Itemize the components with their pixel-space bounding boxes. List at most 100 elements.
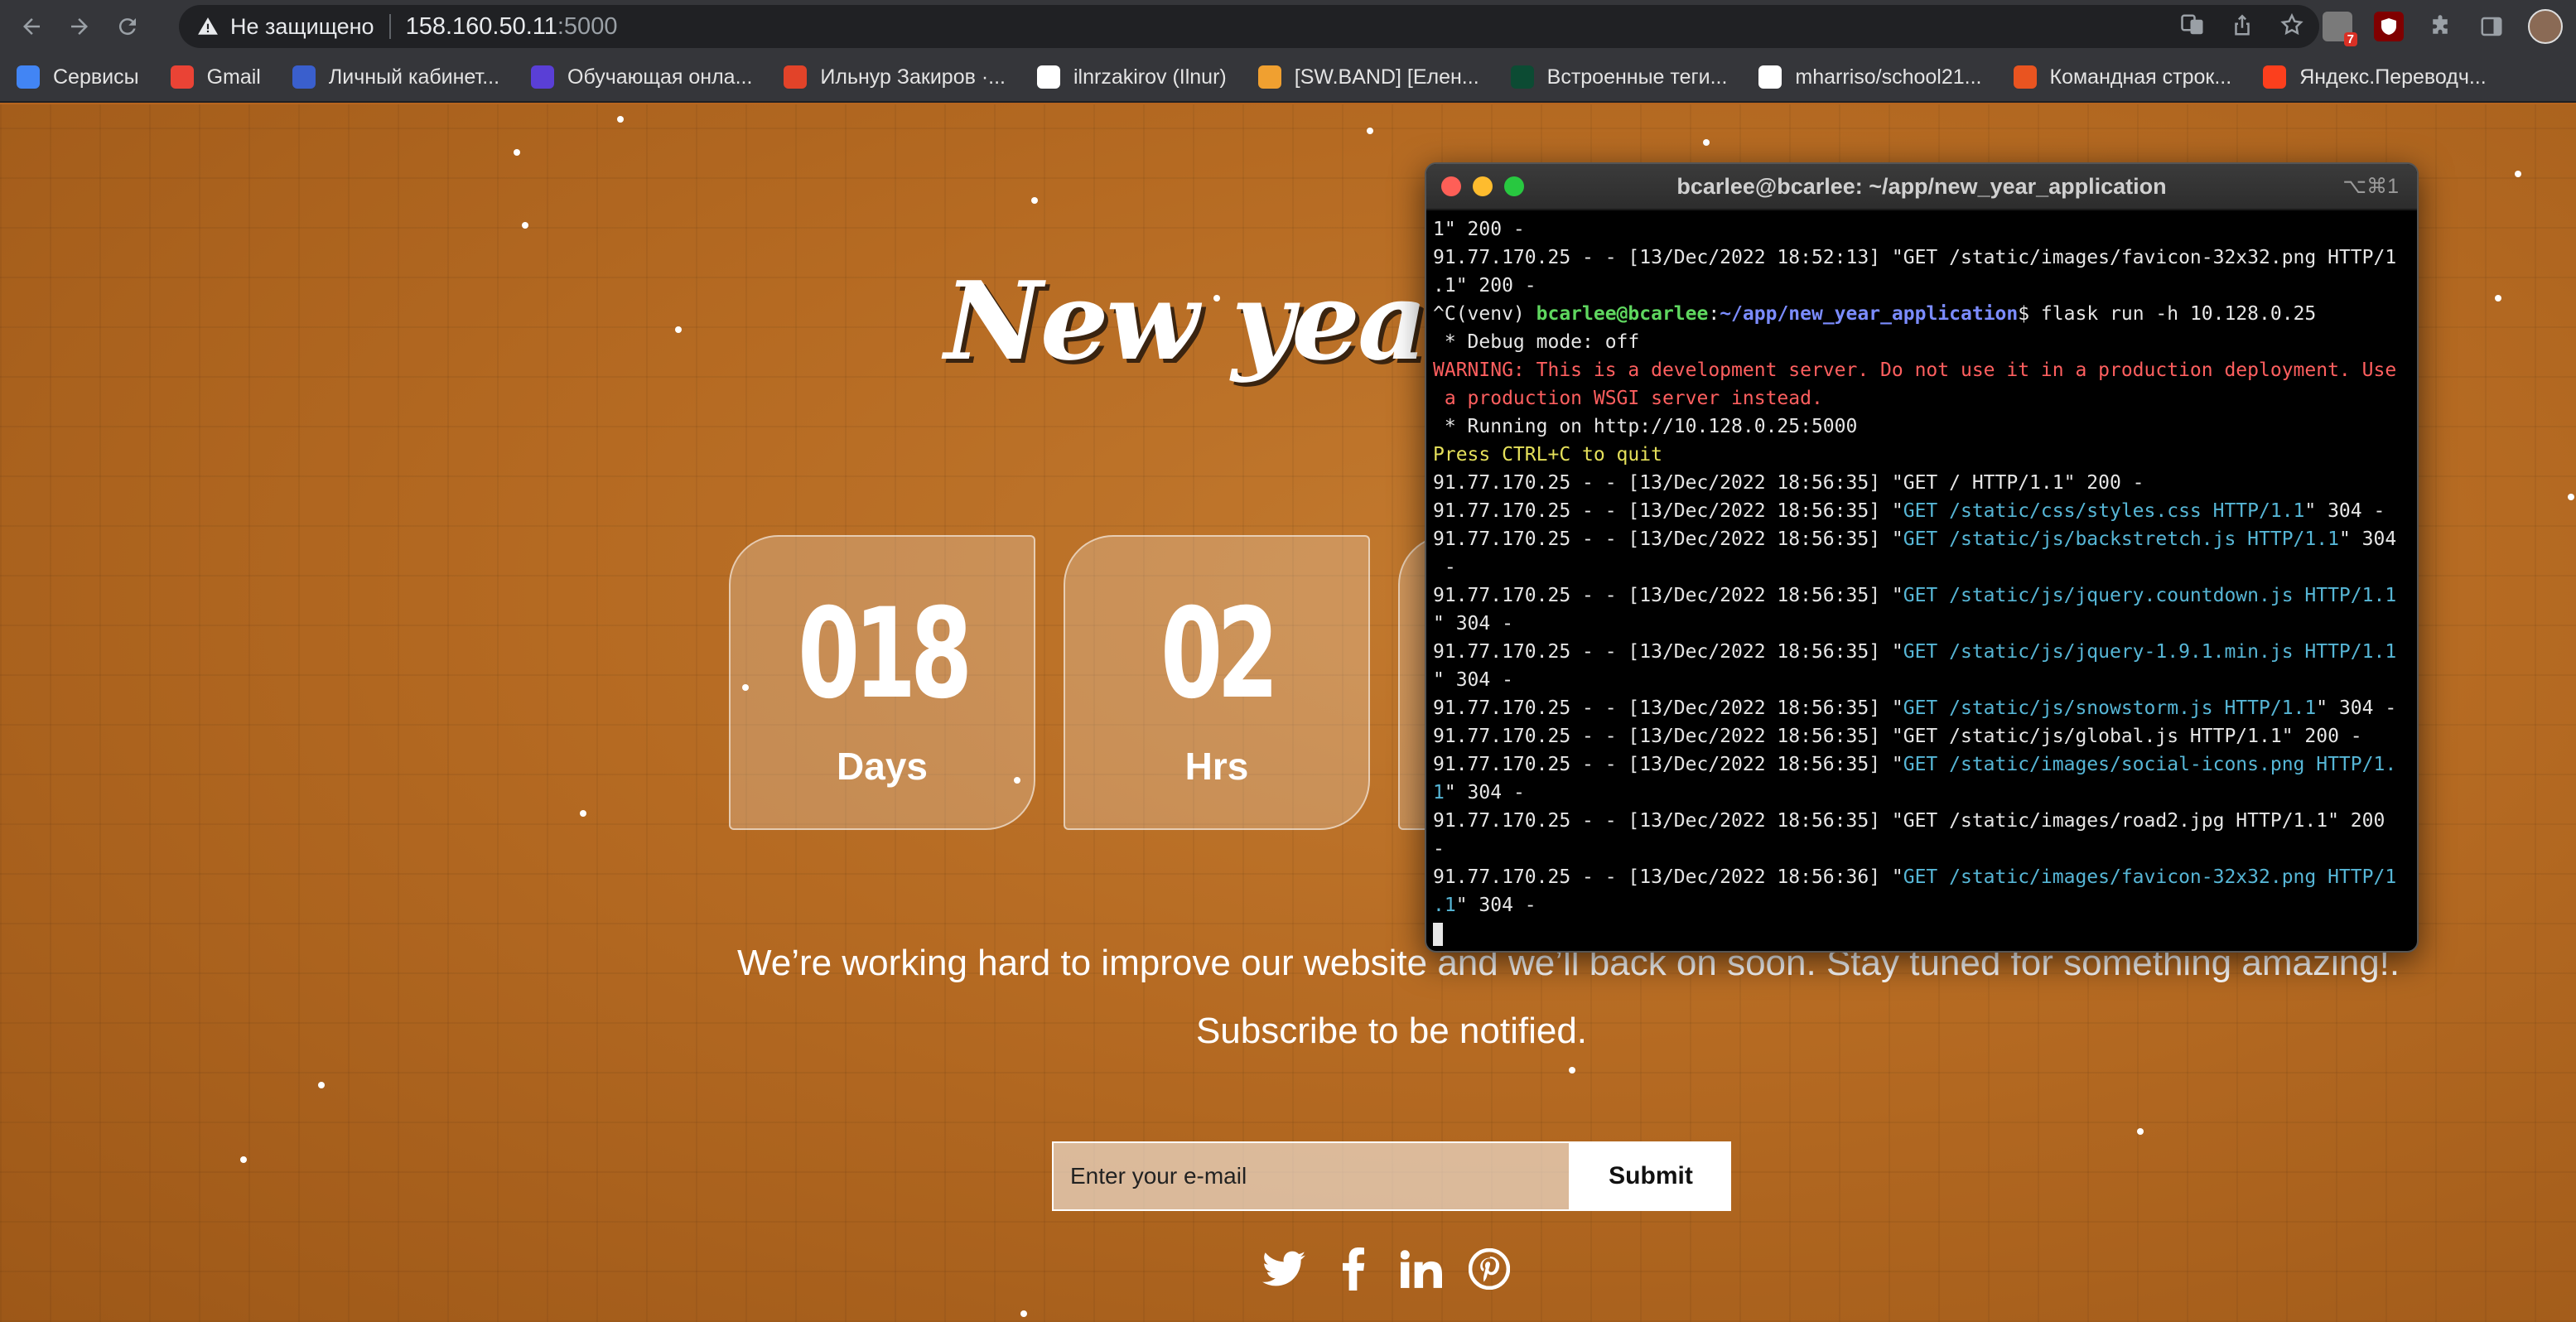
terminal-line: 91.77.170.25 - - [13/Dec/2022 18:52:13] … xyxy=(1433,244,2410,272)
terminal-line: " 304 - xyxy=(1433,666,2410,694)
bookmark-label: Встроенные теги... xyxy=(1546,65,1728,89)
profile-avatar[interactable] xyxy=(2528,9,2563,44)
terminal-text: GET /static/js/jquery-1.9.1.min.js HTTP/… xyxy=(1903,641,2397,663)
facebook-icon[interactable] xyxy=(1329,1244,1378,1294)
extensions-area: 7 xyxy=(2323,0,2576,53)
cursor-block xyxy=(1433,922,1443,946)
snowflake xyxy=(2495,295,2501,302)
terminal-text: " 304 xyxy=(2338,528,2397,550)
address-bar[interactable]: Не защищено 158.160.50.11:5000 xyxy=(179,5,2319,48)
pinterest-icon[interactable] xyxy=(1464,1244,1514,1294)
submit-button[interactable]: Submit xyxy=(1570,1141,1731,1211)
snowflake xyxy=(2568,494,2574,500)
snowflake xyxy=(617,116,624,123)
terminal-text: 1 xyxy=(1433,782,1445,803)
snowflake xyxy=(1020,1310,1027,1317)
snowflake xyxy=(675,326,682,333)
bookmark-item[interactable]: Обучающая онла... xyxy=(531,65,752,89)
countdown-value: 02 xyxy=(1160,582,1279,726)
terminal-text: 91.77.170.25 - - [13/Dec/2022 18:56:35] … xyxy=(1433,697,1903,719)
terminal-line: 91.77.170.25 - - [13/Dec/2022 18:56:35] … xyxy=(1433,694,2410,722)
bookmark-item[interactable]: mharriso/school21... xyxy=(1758,65,1982,89)
cloud-icon xyxy=(1257,65,1281,89)
twitter-icon[interactable] xyxy=(1259,1244,1309,1294)
snowflake xyxy=(1703,139,1710,146)
bookmark-item[interactable]: Ильнур Закиров ·... xyxy=(784,65,1006,89)
terminal-output[interactable]: 1" 200 - 91.77.170.25 - - [13/Dec/2022 18… xyxy=(1426,210,2417,951)
terminal-window[interactable]: bcarlee@bcarlee: ~/app/new_year_applicat… xyxy=(1425,162,2419,953)
terminal-line: 91.77.170.25 - - [13/Dec/2022 18:56:35] … xyxy=(1433,581,2410,610)
terminal-text: - xyxy=(1433,557,1456,578)
sidebar-icon[interactable] xyxy=(2477,12,2506,41)
ubuntu-icon xyxy=(2013,65,2037,89)
terminal-shortcut: ⌥⌘1 xyxy=(2342,175,2399,198)
snowflake xyxy=(1014,777,1020,784)
bookmark-item[interactable]: Сервисы xyxy=(17,65,139,89)
terminal-text: " 304 - xyxy=(1455,895,1536,916)
terminal-text: 91.77.170.25 - - [13/Dec/2022 18:56:36] … xyxy=(1433,866,1903,888)
terminal-text: 91.77.170.25 - - [13/Dec/2022 18:56:35] … xyxy=(1433,500,1903,522)
terminal-text: 1" 200 - xyxy=(1433,219,1525,240)
terminal-line: .1" 304 - xyxy=(1433,891,2410,919)
yandex-translate-icon xyxy=(2263,65,2287,89)
bookmark-label: ilnrzakirov (Ilnur) xyxy=(1073,65,1227,89)
terminal-titlebar[interactable]: bcarlee@bcarlee: ~/app/new_year_applicat… xyxy=(1426,164,2417,210)
bookmarks-bar: Сервисы Gmail Личный кабинет... Обучающая о… xyxy=(0,53,2576,103)
terminal-title: bcarlee@bcarlee: ~/app/new_year_applicat… xyxy=(1676,174,2167,199)
snowflake xyxy=(2137,1128,2144,1135)
warning-icon[interactable] xyxy=(195,14,220,39)
terminal-line: 91.77.170.25 - - [13/Dec/2022 18:56:35] … xyxy=(1433,807,2410,835)
terminal-text: GET /static/js/snowstorm.js HTTP/1.1 xyxy=(1903,697,2317,719)
snowflake xyxy=(318,1082,325,1088)
terminal-text: 91.77.170.25 - - [13/Dec/2022 18:56:35] … xyxy=(1433,528,1903,550)
terminal-text: ^C(venv) xyxy=(1433,303,1536,325)
terminal-text: bcarlee@bcarlee xyxy=(1536,303,1709,325)
snowflake xyxy=(1031,197,1038,204)
bookmark-label: Яндекс.Переводч... xyxy=(2299,65,2487,89)
security-label[interactable]: Не защищено xyxy=(230,14,374,40)
terminal-text: GET /static/js/jquery.countdown.js HTTP/… xyxy=(1903,585,2397,606)
terminal-line: - xyxy=(1433,835,2410,863)
linkedin-icon[interactable] xyxy=(1397,1244,1446,1294)
bookmark-item[interactable]: Командная строк... xyxy=(2013,65,2231,89)
bookmark-item[interactable]: [SW.BAND] [Елен... xyxy=(1257,65,1479,89)
url-host[interactable]: 158.160.50.11 xyxy=(406,13,557,41)
terminal-text: Press CTRL+C to quit xyxy=(1433,444,1662,466)
share-icon[interactable] xyxy=(2230,12,2255,41)
ublock-icon[interactable] xyxy=(2374,12,2404,41)
reload-icon[interactable] xyxy=(111,10,144,43)
divider xyxy=(388,14,391,39)
terminal-text: a production WSGI server instead. xyxy=(1433,388,1823,409)
translate-icon[interactable] xyxy=(2180,12,2205,41)
bookmark-item[interactable]: Встроенные теги... xyxy=(1510,65,1728,89)
star-icon[interactable] xyxy=(2279,12,2304,41)
terminal-line: WARNING: This is a development server. D… xyxy=(1433,356,2410,384)
terminal-line: * Running on http://10.128.0.25:5000 xyxy=(1433,413,2410,441)
terminal-text: " 304 - xyxy=(1433,669,1513,691)
terminal-line: 1" 200 - xyxy=(1433,215,2410,244)
terminal-text: 91.77.170.25 - - [13/Dec/2022 18:52:13] … xyxy=(1433,247,2397,268)
terminal-line: .1" 200 - xyxy=(1433,272,2410,300)
terminal-text: $ flask run -h 10.128.0.25 xyxy=(2018,303,2317,325)
terminal-line: - xyxy=(1433,553,2410,581)
terminal-text: ~/app/new_year_application xyxy=(1720,303,2019,325)
terminal-text: 91.77.170.25 - - [13/Dec/2022 18:56:35] … xyxy=(1433,472,2144,494)
bookmark-label: Личный кабинет... xyxy=(328,65,500,89)
terminal-line: 91.77.170.25 - - [13/Dec/2022 18:56:35] … xyxy=(1433,469,2410,497)
puzzle-icon[interactable] xyxy=(2425,12,2455,41)
terminal-text: " 304 - xyxy=(2304,500,2385,522)
gitlab-icon xyxy=(784,65,808,89)
bookmark-item[interactable]: Gmail xyxy=(170,65,261,89)
back-icon[interactable] xyxy=(15,10,48,43)
bookmark-item[interactable]: Личный кабинет... xyxy=(292,65,499,89)
extension-icon[interactable]: 7 xyxy=(2323,12,2357,46)
bookmark-item[interactable]: Яндекс.Переводч... xyxy=(2263,65,2487,89)
url-port[interactable]: :5000 xyxy=(557,13,618,41)
terminal-text: 91.77.170.25 - - [13/Dec/2022 18:56:35] … xyxy=(1433,726,2362,747)
forward-icon[interactable] xyxy=(63,10,96,43)
bookmark-label: Сервисы xyxy=(53,65,139,89)
snowflake xyxy=(1569,1067,1575,1074)
email-field[interactable] xyxy=(1052,1141,1570,1211)
bookmark-item[interactable]: ilnrzakirov (Ilnur) xyxy=(1036,65,1227,89)
terminal-text: 91.77.170.25 - - [13/Dec/2022 18:56:35] … xyxy=(1433,754,1903,775)
